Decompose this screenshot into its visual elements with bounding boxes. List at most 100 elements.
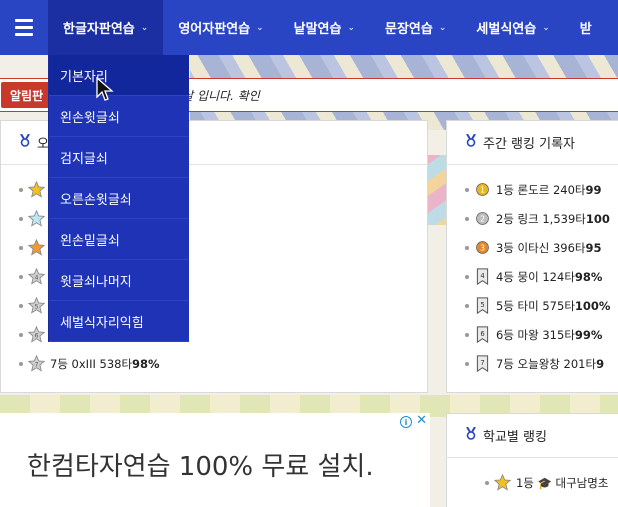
bullet-dot — [19, 245, 23, 250]
ranking-row[interactable]: 6 6등 마왕 315타 99% — [465, 320, 618, 349]
svg-text:7: 7 — [35, 361, 39, 368]
svg-text:2: 2 — [480, 214, 485, 223]
star-rank-icon: 4 — [28, 268, 45, 285]
chevron-down-icon: ⌄ — [140, 22, 149, 33]
chevron-down-icon: ⌄ — [438, 22, 447, 33]
nav-label: 세벌식연습 — [476, 22, 537, 37]
svg-text:6: 6 — [35, 332, 39, 339]
ad-headline[interactable]: 한컴타자연습 100% 무료 설치. — [27, 446, 374, 483]
ad-close-icon[interactable]: ✕ — [416, 413, 427, 428]
bullet-dot — [465, 216, 469, 221]
nav-label: 영어자판연습 — [178, 22, 251, 37]
ribbon-rank-icon: 3 — [474, 239, 491, 256]
nav-sebeolsik-practice[interactable]: 세벌식연습 ⌄ — [461, 0, 564, 55]
star-rank-icon — [494, 474, 511, 491]
nav-korean-keyboard[interactable]: 한글자판연습 ⌄ — [48, 0, 164, 55]
ranking-row[interactable]: 7 7등 0xIII 538타 98% — [19, 349, 427, 378]
card-header: 학교별 랭킹 — [447, 414, 618, 458]
ranking-row[interactable]: 5 5등 타미 575타 100% — [465, 291, 618, 320]
star-rank-icon — [28, 239, 45, 256]
ranking-accuracy: 95 — [585, 240, 602, 255]
ranking-accuracy: 98% — [132, 356, 160, 371]
mouse-cursor-icon — [96, 77, 114, 101]
medal-icon — [465, 426, 477, 444]
card-header: 주간 랭킹 기록자 — [447, 121, 618, 165]
ribbon-rank-icon: 1 — [474, 181, 491, 198]
ranking-text: 4등 뭉이 124타 — [496, 269, 575, 284]
svg-text:5: 5 — [480, 301, 484, 309]
ranking-row[interactable]: 2 2등 링크 1,539타 100 — [465, 204, 618, 233]
ribbon-rank-icon: 2 — [474, 210, 491, 227]
ranking-accuracy: 100% — [574, 298, 611, 313]
nav-label: 받 — [579, 22, 592, 37]
svg-text:7: 7 — [480, 359, 484, 367]
ranking-text: 1등 론도르 240타 — [496, 182, 586, 197]
svg-text:1: 1 — [480, 185, 485, 194]
medal-icon — [465, 133, 477, 151]
dropdown-item-left-lower[interactable]: 왼손밑글쇠 — [49, 219, 189, 260]
ranking-text: 7등 오늘왕창 201타 — [496, 356, 597, 371]
ribbon-rank-icon: 6 — [474, 326, 491, 343]
nav-label: 낱말연습 — [293, 22, 342, 37]
bullet-dot — [465, 303, 469, 308]
nav-label: 한글자판연습 — [63, 22, 135, 37]
ranking-text: 5등 타미 575타 — [496, 298, 575, 313]
dropdown-item-left-upper[interactable]: 왼손윗글쇠 — [49, 96, 189, 137]
bullet-dot — [465, 274, 469, 279]
star-rank-icon: 5 — [28, 297, 45, 314]
ribbon-rank-icon: 4 — [474, 268, 491, 285]
ranking-row[interactable]: 3 3등 이타신 396타 95 — [465, 233, 618, 262]
star-rank-icon — [28, 181, 45, 198]
card-title: 학교별 랭킹 — [483, 430, 547, 445]
ribbon-rank-icon: 5 — [474, 297, 491, 314]
ranking-accuracy: 98% — [574, 269, 603, 284]
ranking-row[interactable]: 7 7등 오늘왕창 201타 9 — [465, 349, 618, 378]
ranking-row[interactable]: 4 4등 뭉이 124타 98% — [465, 262, 618, 291]
ranking-text: 3등 이타신 396타 — [496, 240, 586, 255]
korean-keyboard-dropdown: 기본자리 왼손윗글쇠 검지글쇠 오른손윗글쇠 왼손밑글쇠 윗글쇠나머지 세벌식자… — [48, 55, 189, 342]
bullet-dot — [19, 332, 23, 337]
main-navbar: 한글자판연습 ⌄ 영어자판연습 ⌄ 낱말연습 ⌄ 문장연습 ⌄ 세벌식연습 ⌄ 받 — [0, 0, 618, 55]
star-rank-icon: 6 — [28, 326, 45, 343]
ranking-text: 7등 0xIII 538타 — [50, 356, 133, 371]
dropdown-item-index-keys[interactable]: 검지글쇠 — [49, 137, 189, 178]
card-title: 주간 랭킹 기록자 — [483, 137, 575, 152]
nav-label: 문장연습 — [385, 22, 433, 37]
nav-sentence-practice[interactable]: 문장연습 ⌄ — [370, 0, 461, 55]
nav-word-practice[interactable]: 낱말연습 ⌄ — [279, 0, 370, 55]
medal-icon — [19, 133, 31, 151]
bullet-dot — [465, 332, 469, 337]
bullet-dot — [485, 480, 489, 485]
ad-info-icon[interactable]: i — [400, 416, 412, 428]
ribbon-rank-icon: 7 — [474, 355, 491, 372]
bullet-dot — [19, 187, 23, 192]
ranking-row[interactable]: 1 1등 론도르 240타 99 — [465, 175, 618, 204]
dropdown-item-right-upper[interactable]: 오른손윗글쇠 — [49, 178, 189, 219]
hamburger-menu-icon[interactable] — [0, 0, 48, 55]
dropdown-item-sebeolsik[interactable]: 세벌식자리익힘 — [49, 301, 189, 342]
dropdown-item-upper-rest[interactable]: 윗글쇠나머지 — [49, 260, 189, 301]
ranking-row[interactable]: 1등 🎓 대구남명초 — [485, 468, 618, 497]
ranking-accuracy: 9 — [596, 356, 605, 371]
advertisement[interactable]: i ✕ 한컴타자연습 100% 무료 설치. — [0, 413, 430, 507]
svg-text:4: 4 — [35, 274, 39, 281]
chevron-down-icon: ⌄ — [542, 22, 550, 33]
ranking-text: 1등 🎓 대구남명초 — [516, 475, 609, 490]
bullet-dot — [19, 361, 23, 366]
bullet-dot — [19, 216, 23, 221]
chevron-down-icon: ⌄ — [347, 22, 356, 33]
weekly-ranking-card: 주간 랭킹 기록자 1 1등 론도르 240타 99 2 2등 링크 1,539타 1… — [446, 120, 618, 393]
weekly-ranking-list: 1 1등 론도르 240타 99 2 2등 링크 1,539타 100 3 3등 이타신 … — [447, 165, 618, 378]
bullet-dot — [19, 303, 23, 308]
nav-more[interactable]: 받 — [565, 0, 607, 55]
bullet-dot — [465, 361, 469, 366]
nav-english-keyboard[interactable]: 영어자판연습 ⌄ — [163, 0, 278, 55]
school-ranking-card: 학교별 랭킹 1등 🎓 대구남명초 — [446, 413, 618, 507]
notice-text[interactable]: 날 입니다. 확인 — [182, 87, 260, 104]
dropdown-item-home-row[interactable]: 기본자리 — [49, 55, 189, 96]
ranking-accuracy: 99% — [574, 327, 603, 342]
notice-badge: 알림판 — [1, 82, 53, 108]
chevron-down-icon: ⌄ — [256, 22, 264, 33]
star-rank-icon: 7 — [28, 355, 45, 372]
star-rank-icon — [28, 210, 45, 227]
